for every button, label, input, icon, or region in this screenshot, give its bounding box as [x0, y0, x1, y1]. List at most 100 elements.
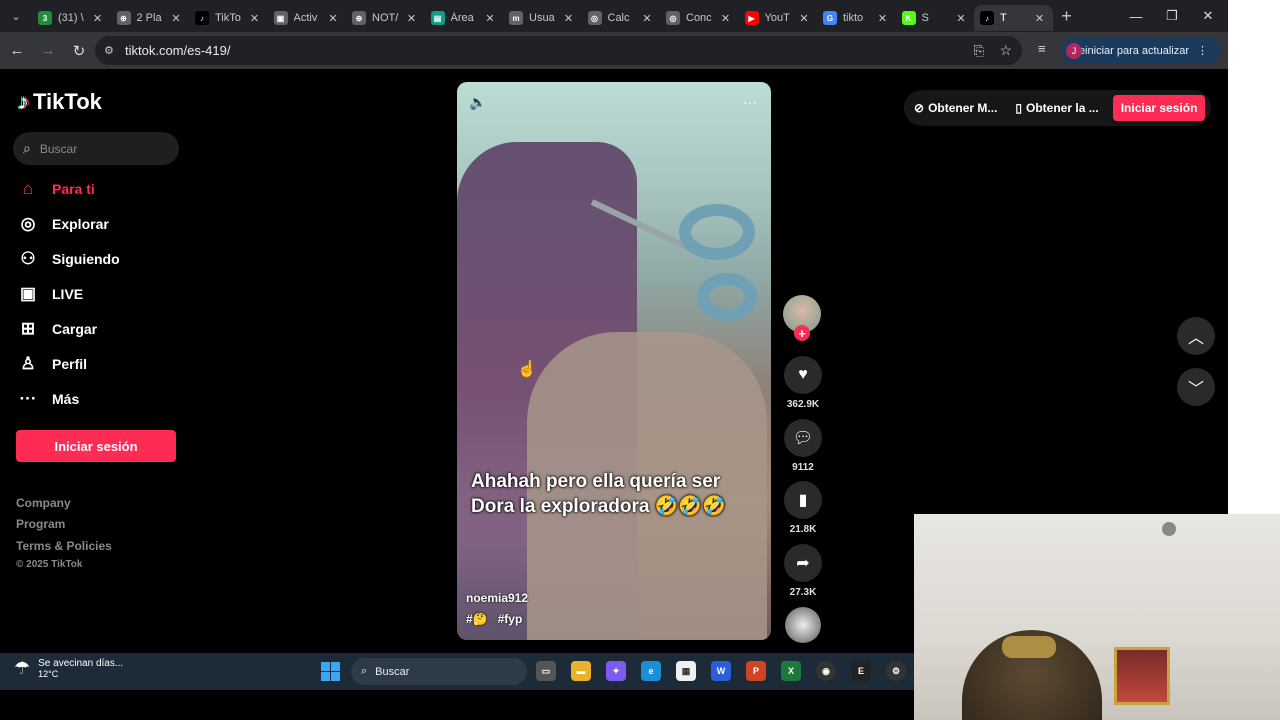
nav-cargar[interactable]: ⊞ Cargar: [18, 314, 97, 344]
windows-start-icon[interactable]: [321, 662, 340, 681]
edge-icon[interactable]: e: [641, 661, 661, 681]
excel-icon[interactable]: X: [781, 661, 801, 681]
browser-tab[interactable]: ♪ T ✕: [974, 5, 1053, 31]
hashtag[interactable]: #🤔: [466, 612, 488, 626]
relaunch-to-update-button[interactable]: Reiniciar para actualizar ⋮: [1061, 37, 1220, 64]
tab-close-icon[interactable]: ✕: [483, 12, 497, 25]
reload-button[interactable]: ↻: [65, 37, 93, 65]
taskbar-search[interactable]: ⌕ Buscar: [351, 658, 527, 685]
browser-tab[interactable]: 3 (31) \ ✕: [32, 5, 111, 31]
omnibox[interactable]: ⚙ tiktok.com/es-419/ ⎘ ☆: [95, 36, 1022, 65]
video-username[interactable]: noemia912: [466, 591, 528, 605]
browser-tab[interactable]: ⊕ 2 Pla ✕: [111, 5, 190, 31]
follow-plus-icon[interactable]: +: [794, 325, 810, 341]
video-more-icon[interactable]: ···: [743, 94, 757, 110]
nav-perfil[interactable]: ♙ Perfil: [18, 349, 87, 379]
footer-link-company[interactable]: Company: [16, 496, 71, 510]
chrome-icon[interactable]: ◉: [816, 661, 836, 681]
nav-live[interactable]: ▣ LIVE: [18, 279, 83, 309]
back-button[interactable]: ←: [3, 37, 31, 65]
browser-tab[interactable]: ♪ TikTo ✕: [189, 5, 268, 31]
bookmark-star-icon[interactable]: ☆: [999, 42, 1012, 59]
browser-tab[interactable]: ⊕ NOT/ ✕: [346, 5, 425, 31]
nav-siguiendo[interactable]: ⚇ Siguiendo: [18, 244, 119, 274]
profile-avatar[interactable]: J: [1066, 43, 1082, 59]
following-icon: ⚇: [20, 249, 36, 268]
get-app-button-2[interactable]: ▯ Obtener la ...: [1011, 101, 1102, 115]
tab-title: Usua: [529, 12, 555, 24]
previous-video-chevron-up-icon[interactable]: ︿: [1177, 317, 1215, 355]
browser-tab[interactable]: K S ✕: [896, 5, 975, 31]
tab-close-icon[interactable]: ✕: [91, 12, 105, 25]
install-app-icon[interactable]: ⎘: [974, 43, 984, 59]
nav-para-ti[interactable]: ⌂ Para ti: [18, 174, 95, 204]
browser-tab[interactable]: Gtikto ✕: [817, 5, 896, 31]
hashtag[interactable]: #fyp: [498, 612, 523, 626]
tab-close-icon[interactable]: ✕: [169, 12, 183, 25]
browser-tab[interactable]: ▶ YouT ✕: [739, 5, 818, 31]
comment-action: 💬︎ 9112: [783, 419, 823, 473]
nav-mas[interactable]: ··· Más: [18, 384, 80, 414]
share-count: 27.3K: [789, 587, 817, 598]
mouse-cursor-icon: ☝: [517, 361, 537, 378]
sound-disc-avatar[interactable]: [785, 607, 821, 643]
tab-close-icon[interactable]: ✕: [405, 12, 419, 25]
search-input[interactable]: ⌕ Buscar: [13, 132, 179, 165]
get-app-label: Obtener M...: [928, 101, 998, 115]
video-caption-overlay: Ahahah pero ella quería ser Dora la expl…: [471, 471, 726, 517]
store-icon[interactable]: ▦: [676, 661, 696, 681]
tab-close-icon[interactable]: ✕: [954, 12, 968, 25]
tab-close-icon[interactable]: ✕: [1033, 12, 1047, 25]
top-login-button[interactable]: Iniciar sesión: [1112, 95, 1206, 121]
comment-icon[interactable]: 💬︎: [784, 419, 822, 457]
tab-close-icon[interactable]: ✕: [797, 12, 811, 25]
volume-icon[interactable]: 🔈: [469, 94, 486, 111]
tab-close-icon[interactable]: ✕: [248, 12, 262, 25]
task-view-icon[interactable]: ▭: [536, 661, 556, 681]
tab-close-icon[interactable]: ✕: [640, 12, 654, 25]
footer-link-terms[interactable]: Terms & Policies: [16, 539, 112, 553]
sidebar-login-button[interactable]: Iniciar sesión: [16, 430, 176, 462]
tab-close-icon[interactable]: ✕: [326, 12, 340, 25]
video-frame-scissors: [590, 199, 757, 321]
heart-icon[interactable]: ♥: [784, 356, 822, 394]
bookmark-icon[interactable]: ▮: [784, 481, 822, 519]
tab-title: T: [1000, 12, 1007, 24]
weather-widget[interactable]: ☂ Se avecinan días... 12°C: [14, 658, 123, 679]
browser-tab[interactable]: ▣ Activ ✕: [268, 5, 347, 31]
minimize-button[interactable]: —: [1118, 0, 1154, 32]
forward-button[interactable]: →: [34, 37, 62, 65]
tab-favicon-icon: ▤: [430, 11, 445, 25]
tab-search-chevron-icon[interactable]: ⌄: [0, 0, 32, 32]
epic-games-icon[interactable]: E: [851, 661, 871, 681]
tab-close-icon[interactable]: ✕: [876, 12, 890, 25]
tiktok-logo[interactable]: ♪ TikTok: [18, 89, 102, 115]
nav-label: Explorar: [52, 216, 109, 232]
media-control-icon[interactable]: ≡: [1038, 41, 1046, 56]
app-icon-settings[interactable]: ⚙: [886, 661, 906, 681]
copilot-icon[interactable]: ✦: [606, 661, 626, 681]
share-icon[interactable]: ➦: [784, 544, 822, 582]
new-tab-button[interactable]: +: [1053, 6, 1081, 27]
tab-title: NOT/: [372, 12, 399, 24]
browser-tab[interactable]: ▤ Área ✕: [425, 5, 504, 31]
compass-icon: ◎: [20, 214, 36, 233]
next-video-chevron-down-icon[interactable]: ﹀: [1177, 368, 1215, 406]
footer-link-program[interactable]: Program: [16, 517, 65, 531]
tab-close-icon[interactable]: ✕: [562, 12, 576, 25]
nav-explorar[interactable]: ◎ Explorar: [18, 209, 109, 239]
tab-close-icon[interactable]: ✕: [719, 12, 733, 25]
close-window-button[interactable]: ✕: [1190, 0, 1226, 32]
browser-tab[interactable]: ◎ Conc ✕: [660, 5, 739, 31]
home-icon: ⌂: [22, 179, 34, 198]
get-app-button-1[interactable]: ⊘ Obtener M...: [910, 101, 1001, 115]
browser-tab[interactable]: ◎ Calc ✕: [582, 5, 661, 31]
file-explorer-icon[interactable]: ▬: [571, 661, 591, 681]
powerpoint-icon[interactable]: P: [746, 661, 766, 681]
video-player[interactable]: 🔈 ··· Ahahah pero ella quería ser Dora l…: [457, 82, 771, 640]
word-icon[interactable]: W: [711, 661, 731, 681]
site-info-icon[interactable]: ⚙: [104, 44, 114, 57]
share-action: ➦ 27.3K: [783, 544, 823, 598]
restore-button[interactable]: ❐: [1154, 0, 1190, 32]
browser-tab[interactable]: m Usua ✕: [503, 5, 582, 31]
